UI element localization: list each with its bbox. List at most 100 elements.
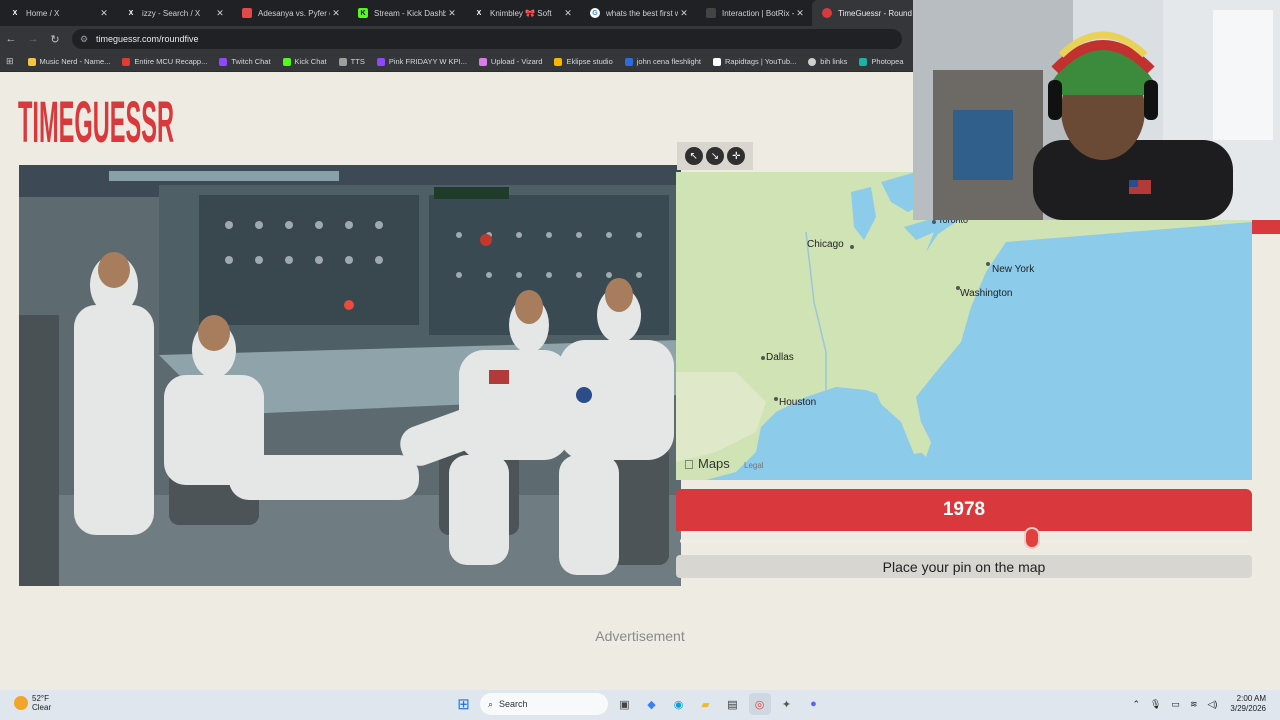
shrink-icon[interactable]: ↘ bbox=[705, 147, 724, 165]
bookmark-item[interactable]: Kick Chat bbox=[282, 57, 327, 66]
tab-title: izzy - Search / X bbox=[142, 8, 201, 18]
windows-start-icon[interactable]: ⊞ bbox=[453, 693, 475, 715]
bookmark-label: Music Nerd - Name... bbox=[39, 57, 111, 66]
wifi-icon[interactable]: ≋ bbox=[1190, 699, 1198, 710]
bookmark-item[interactable]: john cena fleshlight bbox=[624, 57, 701, 66]
reload-icon[interactable]: ↻ bbox=[44, 28, 66, 50]
google-icon: G bbox=[590, 8, 600, 18]
microphone-icon[interactable]: 🎙 bbox=[1150, 699, 1161, 710]
edge-icon[interactable]: ◉ bbox=[668, 693, 690, 715]
maps-brand: Maps bbox=[698, 456, 730, 471]
pin-icon[interactable]: ✛ bbox=[727, 147, 746, 165]
bookmarks-bar: ⊞ Music Nerd - Name... Entire MCU Recapp… bbox=[0, 52, 913, 72]
tab-title: Knimbley 🎀 Soft bbox=[490, 8, 552, 18]
vizard-icon bbox=[478, 57, 487, 66]
year-slider[interactable] bbox=[676, 527, 1252, 555]
tab-strip: X Home / X ✕ Xizzy - Search / X ✕ Adesanya … bbox=[0, 0, 928, 26]
bookmark-label: Rapidtags | YouTub... bbox=[724, 57, 797, 66]
bookmark-item[interactable]: Pink FRIDAYY W KPI... bbox=[376, 57, 467, 66]
tts-icon bbox=[338, 57, 347, 66]
tab-title: whats the best first w bbox=[606, 8, 678, 18]
bookmark-label: Entire MCU Recapp... bbox=[134, 57, 208, 66]
map-controls: ↖ ↘ ✛ bbox=[677, 142, 753, 170]
bookmark-item[interactable]: Music Nerd - Name... bbox=[27, 57, 111, 66]
x-logo-icon: X bbox=[128, 9, 134, 17]
bookmark-item[interactable]: TTS bbox=[338, 57, 365, 66]
bookmark-item[interactable]: Rapidtags | YouTub... bbox=[712, 57, 797, 66]
browser-tab[interactable]: X Knimbley 🎀 Soft ✕ bbox=[464, 0, 580, 26]
side-tab[interactable] bbox=[1252, 220, 1280, 234]
bookmark-item[interactable]: bih links bbox=[808, 57, 847, 66]
discord-icon[interactable]: ● bbox=[803, 693, 825, 715]
back-arrow-icon[interactable]: ← bbox=[0, 28, 22, 50]
bookmark-label: Twitch Chat bbox=[231, 57, 271, 66]
bookmark-icon bbox=[242, 8, 252, 18]
store-icon[interactable]: ▤ bbox=[722, 693, 744, 715]
app-icon[interactable]: ✦ bbox=[776, 693, 798, 715]
browser-toolbar: ← → ↻ ⚙ timeguessr.com/roundfive bbox=[0, 26, 913, 52]
browser-tab-active[interactable]: TimeGuessr - Round bbox=[812, 0, 928, 26]
slider-track[interactable] bbox=[680, 539, 1248, 543]
bookmark-label: john cena fleshlight bbox=[636, 57, 701, 66]
close-tab-icon[interactable]: ✕ bbox=[794, 8, 806, 19]
logo-text: TIMEGUESSR bbox=[18, 90, 174, 148]
copilot-icon[interactable]: ◆ bbox=[641, 693, 663, 715]
eklipse-icon bbox=[554, 57, 563, 66]
close-tab-icon[interactable]: ✕ bbox=[330, 8, 342, 19]
tab-title: Home / X bbox=[26, 8, 60, 18]
browser-tab[interactable]: X Home / X ✕ bbox=[0, 0, 116, 26]
webcam-overlay bbox=[913, 0, 1280, 220]
tab-title: TimeGuessr - Round bbox=[838, 8, 912, 18]
network-icon[interactable]: ▭ bbox=[1171, 699, 1180, 710]
clock[interactable]: 2:00 AM 3/29/2026 bbox=[1230, 694, 1266, 714]
browser-tab[interactable]: Xizzy - Search / X ✕ bbox=[116, 0, 232, 26]
taskbar-search[interactable]: ⌕ Search bbox=[480, 693, 608, 715]
city-label: Washington bbox=[960, 288, 1012, 299]
weather-widget[interactable]: 52°F Clear bbox=[14, 694, 51, 712]
browser-tab[interactable]: Gwhats the best first w ✕ bbox=[580, 0, 696, 26]
close-tab-icon[interactable]: ✕ bbox=[214, 8, 226, 19]
close-tab-icon[interactable]: ✕ bbox=[446, 8, 458, 19]
bookmark-label: Upload - Vizard bbox=[490, 57, 543, 66]
weather-temp: 52°F bbox=[32, 694, 49, 703]
taskbar: 52°F Clear ⊞ ⌕ Search ▣ ◆ ◉ ▰ ▤ ◎ ✦ ● ⌃ 🎙… bbox=[0, 690, 1280, 720]
site-info-icon[interactable]: ⚙ bbox=[80, 34, 92, 45]
browser-tab[interactable]: Adesanya vs. Pyfer od✕ bbox=[232, 0, 348, 26]
bookmark-label: Kick Chat bbox=[294, 57, 327, 66]
close-tab-icon[interactable]: ✕ bbox=[678, 8, 690, 19]
bookmark-label: TTS bbox=[350, 57, 365, 66]
x-logo-icon: X bbox=[476, 9, 482, 17]
apps-grid-icon[interactable]: ⊞ bbox=[6, 56, 14, 67]
legal-link[interactable]: Legal bbox=[744, 461, 764, 470]
browser-tab[interactable]: K Stream - Kick Dashbo ✕ bbox=[348, 0, 464, 26]
bookmark-item[interactable]: Eklipse studio bbox=[554, 57, 613, 66]
file-explorer-icon[interactable]: ▰ bbox=[695, 693, 717, 715]
timeguessr-logo[interactable]: TIMEGUESSR bbox=[18, 86, 178, 148]
bookmark-item[interactable]: Photopea bbox=[859, 57, 904, 66]
bookmark-item[interactable]: Entire MCU Recapp... bbox=[122, 57, 207, 66]
kick-icon: K bbox=[358, 8, 368, 18]
bookmark-label: Eklipse studio bbox=[566, 57, 613, 66]
task-view-icon[interactable]: ▣ bbox=[614, 693, 636, 715]
browser-tab[interactable]: Interaction | BotRix - ✕ bbox=[696, 0, 812, 26]
address-bar[interactable]: ⚙ timeguessr.com/roundfive bbox=[72, 29, 902, 49]
place-pin-button[interactable]: Place your pin on the map bbox=[676, 555, 1252, 578]
close-tab-icon[interactable]: ✕ bbox=[98, 8, 110, 19]
advertisement-label: Advertisement bbox=[595, 628, 685, 644]
weather-desc: Clear bbox=[32, 703, 52, 712]
city-label: Chicago bbox=[807, 239, 844, 250]
expand-icon[interactable]: ↖ bbox=[684, 147, 703, 165]
city-label: Dallas bbox=[766, 352, 794, 363]
city-label: Houston bbox=[779, 397, 816, 408]
place-pin-label: Place your pin on the map bbox=[882, 558, 1046, 575]
chrome-icon[interactable]: ◎ bbox=[748, 693, 771, 715]
url-text: timeguessr.com/roundfive bbox=[96, 34, 199, 44]
bookmark-item[interactable]: Upload - Vizard bbox=[478, 57, 543, 66]
chevron-up-icon[interactable]: ⌃ bbox=[1132, 699, 1140, 710]
forward-arrow-icon[interactable]: → bbox=[22, 28, 44, 50]
clock-time: 2:00 AM bbox=[1236, 694, 1266, 703]
close-tab-icon[interactable]: ✕ bbox=[562, 8, 574, 19]
slider-thumb[interactable] bbox=[1024, 527, 1041, 549]
bookmark-item[interactable]: Twitch Chat bbox=[219, 57, 271, 66]
volume-icon[interactable]: ◁) bbox=[1207, 699, 1217, 710]
